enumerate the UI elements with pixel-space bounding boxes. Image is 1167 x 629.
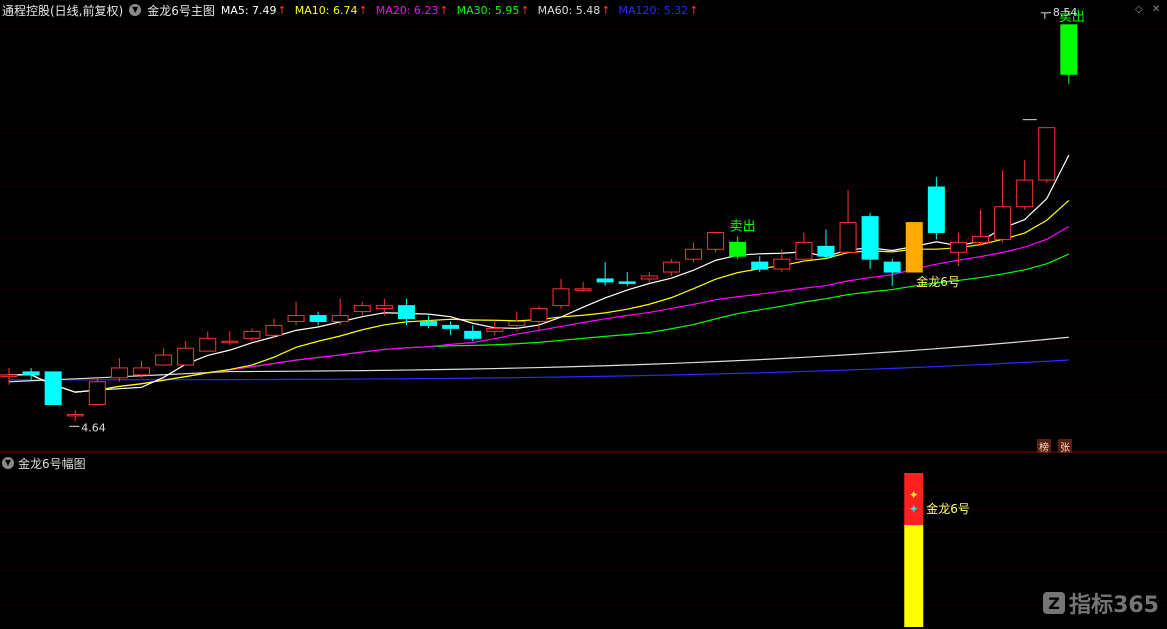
candle-body <box>110 367 128 379</box>
ma-readout: MA30: 5.95↑ <box>456 3 530 17</box>
candle-body <box>397 305 415 319</box>
chevron-down-icon[interactable]: ▼ <box>2 457 14 469</box>
candle-body <box>199 337 217 352</box>
ma-readout: MA60: 5.48↑ <box>537 3 611 17</box>
ma-readout: MA5: 7.49↑ <box>220 3 287 17</box>
candle-body <box>420 320 438 326</box>
sell-label: 卖出 <box>730 219 756 234</box>
candle-body <box>795 241 813 260</box>
up-arrow-icon: ↑ <box>601 3 611 17</box>
candle-body <box>949 241 967 253</box>
candle-body <box>132 367 150 376</box>
candle-body <box>1038 127 1056 181</box>
candle-body <box>331 315 349 322</box>
up-arrow-icon: ↑ <box>439 3 449 17</box>
badge-bang[interactable]: 榜 <box>1037 439 1051 454</box>
candle-body <box>729 241 747 257</box>
signal-bar-yellow <box>904 525 924 627</box>
candle-body <box>596 278 614 283</box>
chevron-down-icon[interactable]: ▼ <box>129 4 142 16</box>
candle-body <box>552 288 570 307</box>
butterfly-icon: ✦ <box>909 502 919 516</box>
gold-signal-label: 金龙6号 <box>916 274 960 289</box>
candle-body <box>375 305 393 310</box>
candle-body <box>640 275 658 280</box>
candle-body <box>574 288 592 291</box>
up-arrow-icon: ↑ <box>358 3 368 17</box>
candle-body <box>44 371 62 406</box>
candle-body <box>22 371 40 376</box>
candle-body <box>88 381 106 406</box>
candle-body <box>1016 179 1034 208</box>
candle-body <box>883 261 901 273</box>
candle-body <box>155 354 173 366</box>
up-arrow-icon: ↑ <box>277 3 287 17</box>
candle-body <box>442 324 460 329</box>
sub-panel-title[interactable]: 金龙6号幅图 <box>18 455 86 472</box>
sub-panel-header: ▼ 金龙6号幅图 <box>2 455 86 471</box>
candle-body <box>751 261 769 270</box>
candle-body <box>530 308 548 322</box>
candle-body <box>662 261 680 273</box>
candle-body <box>994 206 1012 240</box>
candle-body <box>905 222 923 273</box>
up-arrow-icon: ↑ <box>689 3 699 17</box>
chart-header: 通程控股(日线,前复权) ▼ 金龙6号主图 MA5: 7.49↑ MA10: 6.… <box>0 0 1167 20</box>
candle-body <box>464 330 482 339</box>
watermark: Z 指标365 <box>1043 587 1159 619</box>
stock-title: 通程控股(日线,前复权) <box>2 3 124 18</box>
up-arrow-icon: ↑ <box>520 3 530 17</box>
candle-body <box>287 315 305 322</box>
candle-body <box>927 186 945 233</box>
candle-body <box>177 347 195 366</box>
candle-body <box>707 231 725 250</box>
candlestick-chart: 卖出卖出金龙6号8.544.64✦✦ 金龙6号 <box>0 6 1167 627</box>
candle-body <box>353 305 371 313</box>
badge-zhang[interactable]: 张 <box>1058 439 1072 454</box>
candle-body <box>839 222 857 253</box>
ma-readout: MA120: 5.32↑ <box>618 3 699 17</box>
candle-body <box>265 324 283 336</box>
candle-body <box>66 413 84 417</box>
indicator-name[interactable]: 金龙6号主图 <box>147 2 215 19</box>
candle-body <box>486 327 504 332</box>
candle-body <box>861 216 879 260</box>
ma-readout: MA10: 6.74↑ <box>294 3 368 17</box>
butterfly-icon: ✦ <box>909 488 919 502</box>
candle-body <box>773 258 791 270</box>
price-low-label: 4.64 <box>81 421 106 434</box>
candle-body <box>508 320 526 326</box>
candle-body <box>972 235 990 243</box>
candle-body <box>684 248 702 260</box>
candle-body <box>618 281 636 284</box>
watermark-text: 指标365 <box>1069 593 1159 618</box>
candle-body <box>817 245 835 257</box>
logo-icon: Z <box>1043 592 1066 614</box>
ma-readout: MA20: 6.23↑ <box>375 3 449 17</box>
sub-signal-label: 金龙6号 <box>926 501 970 516</box>
ma-readouts: MA5: 7.49↑ MA10: 6.74↑ MA20: 6.23↑ MA30: 5.… <box>221 4 699 17</box>
candle-body <box>221 340 239 344</box>
candle-body <box>1060 24 1078 75</box>
candle-body <box>243 330 261 339</box>
candle-body <box>0 374 18 377</box>
candle-body <box>309 315 327 322</box>
